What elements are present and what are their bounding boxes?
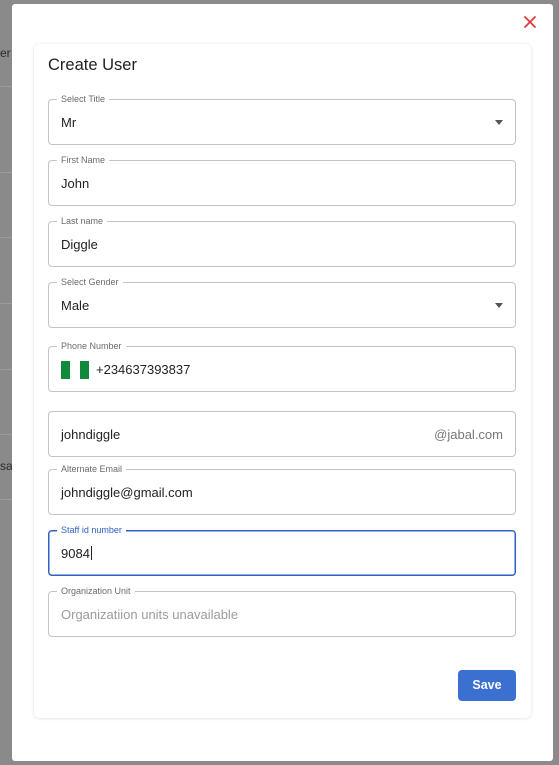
background-divider — [0, 434, 12, 435]
chevron-down-icon[interactable] — [495, 303, 503, 308]
background-text-fragment: er — [0, 46, 11, 60]
last-name-label: Last name — [57, 215, 108, 227]
first-name-value[interactable]: John — [61, 176, 89, 192]
first-name-label: First Name — [57, 154, 110, 166]
alternate-email-value[interactable]: johndiggle@gmail.com — [61, 485, 193, 501]
background-divider — [0, 237, 12, 238]
page-title: Create User — [48, 56, 137, 74]
select-title-value: Mr — [61, 115, 77, 130]
organization-unit-field[interactable]: Organization Unit Organizatiion units un… — [48, 585, 516, 637]
chevron-down-icon[interactable] — [495, 120, 503, 125]
staff-id-input[interactable]: 9084 — [61, 546, 92, 562]
staff-id-field[interactable]: Staff id number 9084 — [48, 524, 516, 576]
text-cursor — [90, 546, 92, 560]
create-user-modal: Create User Select Title Mr First Name J… — [12, 4, 553, 761]
phone-number-label: Phone Number — [57, 340, 126, 352]
staff-id-value: 9084 — [61, 546, 90, 561]
background-divider — [0, 499, 12, 500]
email-field[interactable]: johndiggle @jabal.com — [48, 411, 516, 457]
last-name-field[interactable]: Last name Diggle — [48, 215, 516, 267]
create-user-form: Create User Select Title Mr First Name J… — [34, 44, 531, 718]
first-name-field[interactable]: First Name John — [48, 154, 516, 206]
background-divider — [0, 369, 12, 370]
background-divider — [0, 172, 12, 173]
background-divider — [0, 303, 12, 304]
alternate-email-label: Alternate Email — [57, 463, 127, 475]
background-divider — [0, 86, 12, 87]
select-gender-value: Male — [61, 298, 90, 313]
close-button[interactable] — [523, 15, 537, 29]
organization-unit-label: Organization Unit — [57, 585, 135, 597]
staff-id-label: Staff id number — [57, 524, 126, 536]
email-value[interactable]: johndiggle — [61, 427, 120, 443]
last-name-value[interactable]: Diggle — [61, 237, 98, 253]
phone-number-field[interactable]: Phone Number +234637393837 — [48, 340, 516, 392]
nigeria-flag-icon[interactable] — [61, 361, 89, 379]
email-domain-suffix: @jabal.com — [434, 427, 503, 442]
select-gender-dropdown[interactable]: Select Gender Male — [48, 276, 516, 328]
alternate-email-field[interactable]: Alternate Email johndiggle@gmail.com — [48, 463, 516, 515]
select-gender-label: Select Gender — [57, 276, 123, 288]
select-title-dropdown[interactable]: Select Title Mr — [48, 93, 516, 145]
close-icon[interactable] — [523, 15, 537, 29]
save-button[interactable]: Save — [458, 670, 516, 701]
phone-number-value[interactable]: +234637393837 — [96, 362, 190, 378]
organization-unit-placeholder: Organizatiion units unavailable — [61, 607, 239, 622]
select-title-label: Select Title — [57, 93, 110, 105]
